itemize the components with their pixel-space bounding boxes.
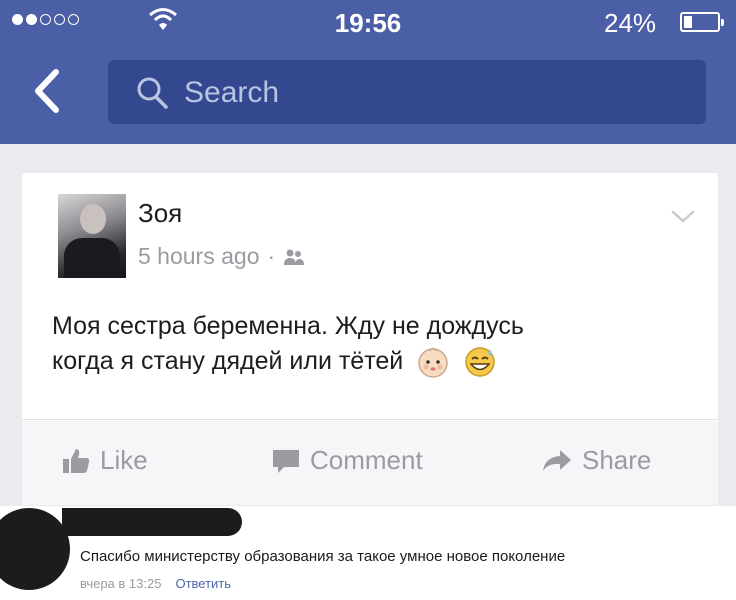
search-icon bbox=[137, 77, 168, 109]
like-button[interactable]: Like bbox=[62, 445, 148, 476]
author-name[interactable]: Зоя bbox=[138, 198, 182, 229]
comment-timestamp: вчера в 13:25 bbox=[80, 576, 162, 591]
comment-bubble-icon bbox=[273, 449, 299, 473]
friends-icon bbox=[284, 249, 305, 265]
share-button[interactable]: Share bbox=[542, 445, 651, 476]
card-divider bbox=[22, 419, 718, 420]
comment-text: Спасибо министерству образования за тако… bbox=[80, 548, 566, 565]
grinning-sweat-icon bbox=[465, 347, 495, 378]
post-time[interactable]: 5 hours ago bbox=[138, 243, 259, 270]
post-text-line-2: когда я стану дядей или тётей bbox=[52, 344, 692, 379]
post-actions: Like Comment Share bbox=[22, 421, 718, 505]
battery-level-fill bbox=[684, 16, 692, 28]
post-body: Моя сестра беременна. Жду не дождусь ког… bbox=[52, 309, 692, 379]
chevron-down-icon[interactable] bbox=[670, 209, 696, 225]
share-arrow-icon bbox=[543, 449, 571, 471]
meta-separator: · bbox=[267, 243, 276, 269]
commenter-avatar-redacted bbox=[0, 508, 70, 590]
post-meta: 5 hours ago · bbox=[138, 243, 305, 270]
post-card: Зоя 5 hours ago · Моя сестра беременна. … bbox=[22, 173, 718, 505]
comment-meta: вчера в 13:25 Ответить bbox=[80, 576, 231, 591]
post-text-line: когда я стану дядей или тётей bbox=[52, 347, 404, 375]
post-text-line: Моя сестра беременна. Жду не дождусь bbox=[52, 312, 524, 340]
comment-button[interactable]: Comment bbox=[272, 445, 423, 476]
thumbs-up-icon bbox=[63, 448, 90, 473]
back-arrow-icon[interactable] bbox=[28, 66, 68, 116]
comment-item: Спасибо министерству образования за тако… bbox=[0, 506, 736, 600]
comment-label: Comment bbox=[310, 445, 423, 475]
battery-percent: 24% bbox=[604, 8, 657, 38]
share-label: Share bbox=[582, 445, 652, 475]
baby-face-icon bbox=[418, 348, 448, 379]
reply-link[interactable]: Ответить bbox=[175, 576, 231, 591]
search-input[interactable] bbox=[182, 60, 686, 126]
battery-icon bbox=[680, 12, 724, 32]
author-avatar[interactable] bbox=[58, 194, 126, 278]
search-field[interactable] bbox=[108, 60, 706, 126]
like-label: Like bbox=[100, 445, 148, 475]
status-bar: 19:56 24% bbox=[0, 0, 736, 44]
commenter-name-redacted bbox=[62, 508, 242, 536]
nav-bar bbox=[0, 44, 736, 144]
